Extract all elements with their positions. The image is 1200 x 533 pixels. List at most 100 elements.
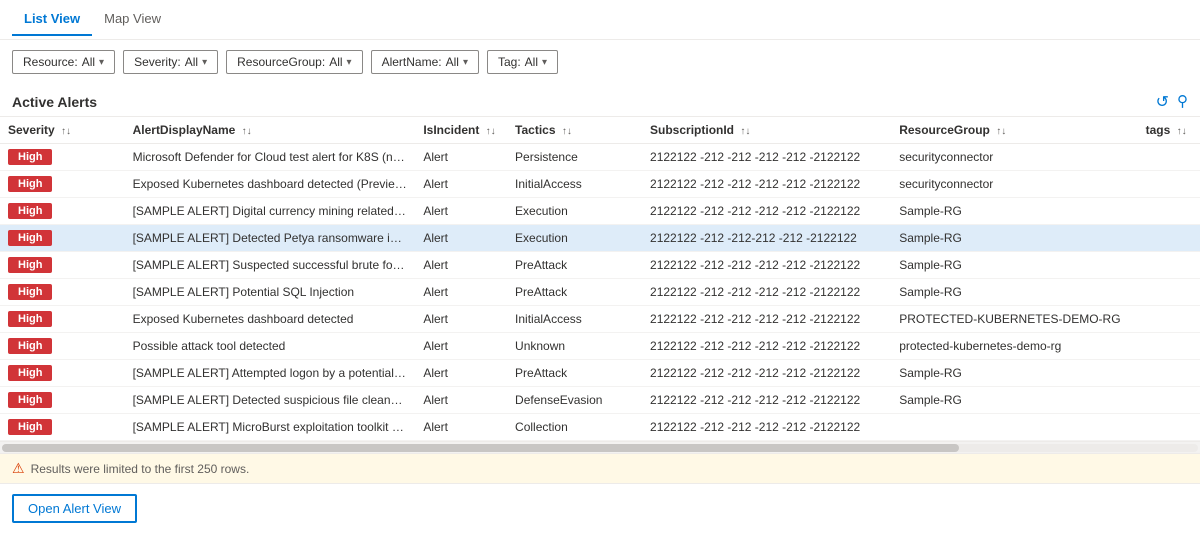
cell-resourcegroup: securityconnector — [891, 144, 1137, 171]
table-row[interactable]: High [SAMPLE ALERT] Digital currency min… — [0, 198, 1200, 225]
cell-tactics: Collection — [507, 414, 642, 441]
refresh-icon[interactable]: ↺ — [1156, 92, 1169, 112]
footer-warning: ⚠ Results were limited to the first 250 … — [0, 453, 1200, 483]
alerts-table: Severity ↑↓ AlertDisplayName ↑↓ IsIncide… — [0, 116, 1200, 441]
filter-resourcegroup-label: ResourceGroup: — [237, 55, 325, 69]
cell-resourcegroup — [891, 414, 1137, 441]
chevron-down-icon: ▾ — [99, 57, 104, 68]
open-alert-view-button[interactable]: Open Alert View — [12, 494, 137, 523]
table-row[interactable]: High Exposed Kubernetes dashboard detect… — [0, 171, 1200, 198]
cell-subscriptionid: 2122122 -212 -212 -212 -212 -2122122 — [642, 144, 891, 171]
cell-tactics: Execution — [507, 225, 642, 252]
severity-badge: High — [8, 338, 52, 354]
warning-icon: ⚠ — [12, 460, 25, 477]
top-tabs: List View Map View — [0, 0, 1200, 40]
severity-badge: High — [8, 176, 52, 192]
table-row[interactable]: High Microsoft Defender for Cloud test a… — [0, 144, 1200, 171]
severity-badge: High — [8, 311, 52, 327]
section-icons: ↺ ⚲ — [1156, 92, 1188, 112]
cell-subscriptionid: 2122122 -212 -212 -212 -212 -2122122 — [642, 198, 891, 225]
severity-badge: High — [8, 257, 52, 273]
table-row[interactable]: High [SAMPLE ALERT] Detected Petya ranso… — [0, 225, 1200, 252]
chevron-down-icon: ▾ — [463, 57, 468, 68]
cell-isincident: Alert — [415, 333, 507, 360]
cell-alertname: [SAMPLE ALERT] Suspected successful brut… — [125, 252, 416, 279]
table-row[interactable]: High [SAMPLE ALERT] Suspected successful… — [0, 252, 1200, 279]
col-tactics[interactable]: Tactics ↑↓ — [507, 117, 642, 144]
filter-tag[interactable]: Tag: All ▾ — [487, 50, 558, 74]
table-row[interactable]: High [SAMPLE ALERT] Detected suspicious … — [0, 387, 1200, 414]
table-row[interactable]: High [SAMPLE ALERT] Attempted logon by a… — [0, 360, 1200, 387]
sort-icon: ↑↓ — [996, 126, 1006, 137]
pin-icon[interactable]: ⚲ — [1177, 92, 1188, 112]
filter-severity[interactable]: Severity: All ▾ — [123, 50, 218, 74]
col-severity[interactable]: Severity ↑↓ — [0, 117, 125, 144]
cell-severity: High — [0, 360, 125, 387]
cell-alertname: Microsoft Defender for Cloud test alert … — [125, 144, 416, 171]
cell-tags — [1138, 387, 1200, 414]
chevron-down-icon: ▾ — [542, 57, 547, 68]
chevron-down-icon: ▾ — [347, 57, 352, 68]
tab-list-view[interactable]: List View — [12, 3, 92, 36]
cell-resourcegroup: Sample-RG — [891, 360, 1137, 387]
cell-tactics: Unknown — [507, 333, 642, 360]
severity-badge: High — [8, 149, 52, 165]
cell-alertname: Possible attack tool detected — [125, 333, 416, 360]
cell-isincident: Alert — [415, 279, 507, 306]
cell-tactics: PreAttack — [507, 360, 642, 387]
chevron-down-icon: ▾ — [202, 57, 207, 68]
filter-resourcegroup-value: All — [329, 55, 342, 69]
cell-isincident: Alert — [415, 414, 507, 441]
severity-badge: High — [8, 365, 52, 381]
section-header: Active Alerts ↺ ⚲ — [0, 84, 1200, 116]
cell-resourcegroup: securityconnector — [891, 171, 1137, 198]
col-alertdisplayname[interactable]: AlertDisplayName ↑↓ — [125, 117, 416, 144]
cell-alertname: [SAMPLE ALERT] Detected suspicious file … — [125, 387, 416, 414]
cell-resourcegroup: Sample-RG — [891, 279, 1137, 306]
cell-isincident: Alert — [415, 306, 507, 333]
scrollbar-x[interactable] — [0, 441, 1200, 453]
filter-severity-label: Severity: — [134, 55, 181, 69]
cell-alertname: Exposed Kubernetes dashboard detected — [125, 306, 416, 333]
section-title: Active Alerts — [12, 94, 97, 110]
col-subscriptionid[interactable]: SubscriptionId ↑↓ — [642, 117, 891, 144]
severity-badge: High — [8, 392, 52, 408]
table-row[interactable]: High Possible attack tool detected Alert… — [0, 333, 1200, 360]
cell-isincident: Alert — [415, 225, 507, 252]
cell-subscriptionid: 2122122 -212 -212 -212 -212 -2122122 — [642, 171, 891, 198]
cell-subscriptionid: 2122122 -212 -212 -212 -212 -2122122 — [642, 306, 891, 333]
sort-icon: ↑↓ — [1177, 126, 1187, 137]
sort-icon: ↑↓ — [740, 126, 750, 137]
cell-subscriptionid: 2122122 -212 -212 -212 -212 -2122122 — [642, 414, 891, 441]
filter-resource[interactable]: Resource: All ▾ — [12, 50, 115, 74]
filter-alertname[interactable]: AlertName: All ▾ — [371, 50, 479, 74]
col-resourcegroup[interactable]: ResourceGroup ↑↓ — [891, 117, 1137, 144]
filters-bar: Resource: All ▾ Severity: All ▾ Resource… — [0, 40, 1200, 84]
severity-badge: High — [8, 419, 52, 435]
col-isincident[interactable]: IsIncident ↑↓ — [415, 117, 507, 144]
cell-tags — [1138, 252, 1200, 279]
col-tags[interactable]: tags ↑↓ — [1138, 117, 1200, 144]
cell-resourcegroup: Sample-RG — [891, 387, 1137, 414]
cell-severity: High — [0, 171, 125, 198]
filter-resource-value: All — [82, 55, 95, 69]
cell-severity: High — [0, 279, 125, 306]
cell-alertname: Exposed Kubernetes dashboard detected (P… — [125, 171, 416, 198]
filter-resourcegroup[interactable]: ResourceGroup: All ▾ — [226, 50, 362, 74]
cell-tags — [1138, 333, 1200, 360]
cell-tactics: InitialAccess — [507, 171, 642, 198]
cell-tags — [1138, 360, 1200, 387]
footer-btn-row: Open Alert View — [0, 483, 1200, 533]
table-row[interactable]: High Exposed Kubernetes dashboard detect… — [0, 306, 1200, 333]
tab-map-view[interactable]: Map View — [92, 3, 173, 36]
cell-tags — [1138, 306, 1200, 333]
table-row[interactable]: High [SAMPLE ALERT] MicroBurst exploitat… — [0, 414, 1200, 441]
filter-alertname-value: All — [446, 55, 459, 69]
cell-severity: High — [0, 333, 125, 360]
cell-alertname: [SAMPLE ALERT] Digital currency mining r… — [125, 198, 416, 225]
cell-severity: High — [0, 252, 125, 279]
cell-subscriptionid: 2122122 -212 -212 -212 -212 -2122122 — [642, 387, 891, 414]
cell-resourcegroup: Sample-RG — [891, 252, 1137, 279]
table-row[interactable]: High [SAMPLE ALERT] Potential SQL Inject… — [0, 279, 1200, 306]
severity-badge: High — [8, 203, 52, 219]
